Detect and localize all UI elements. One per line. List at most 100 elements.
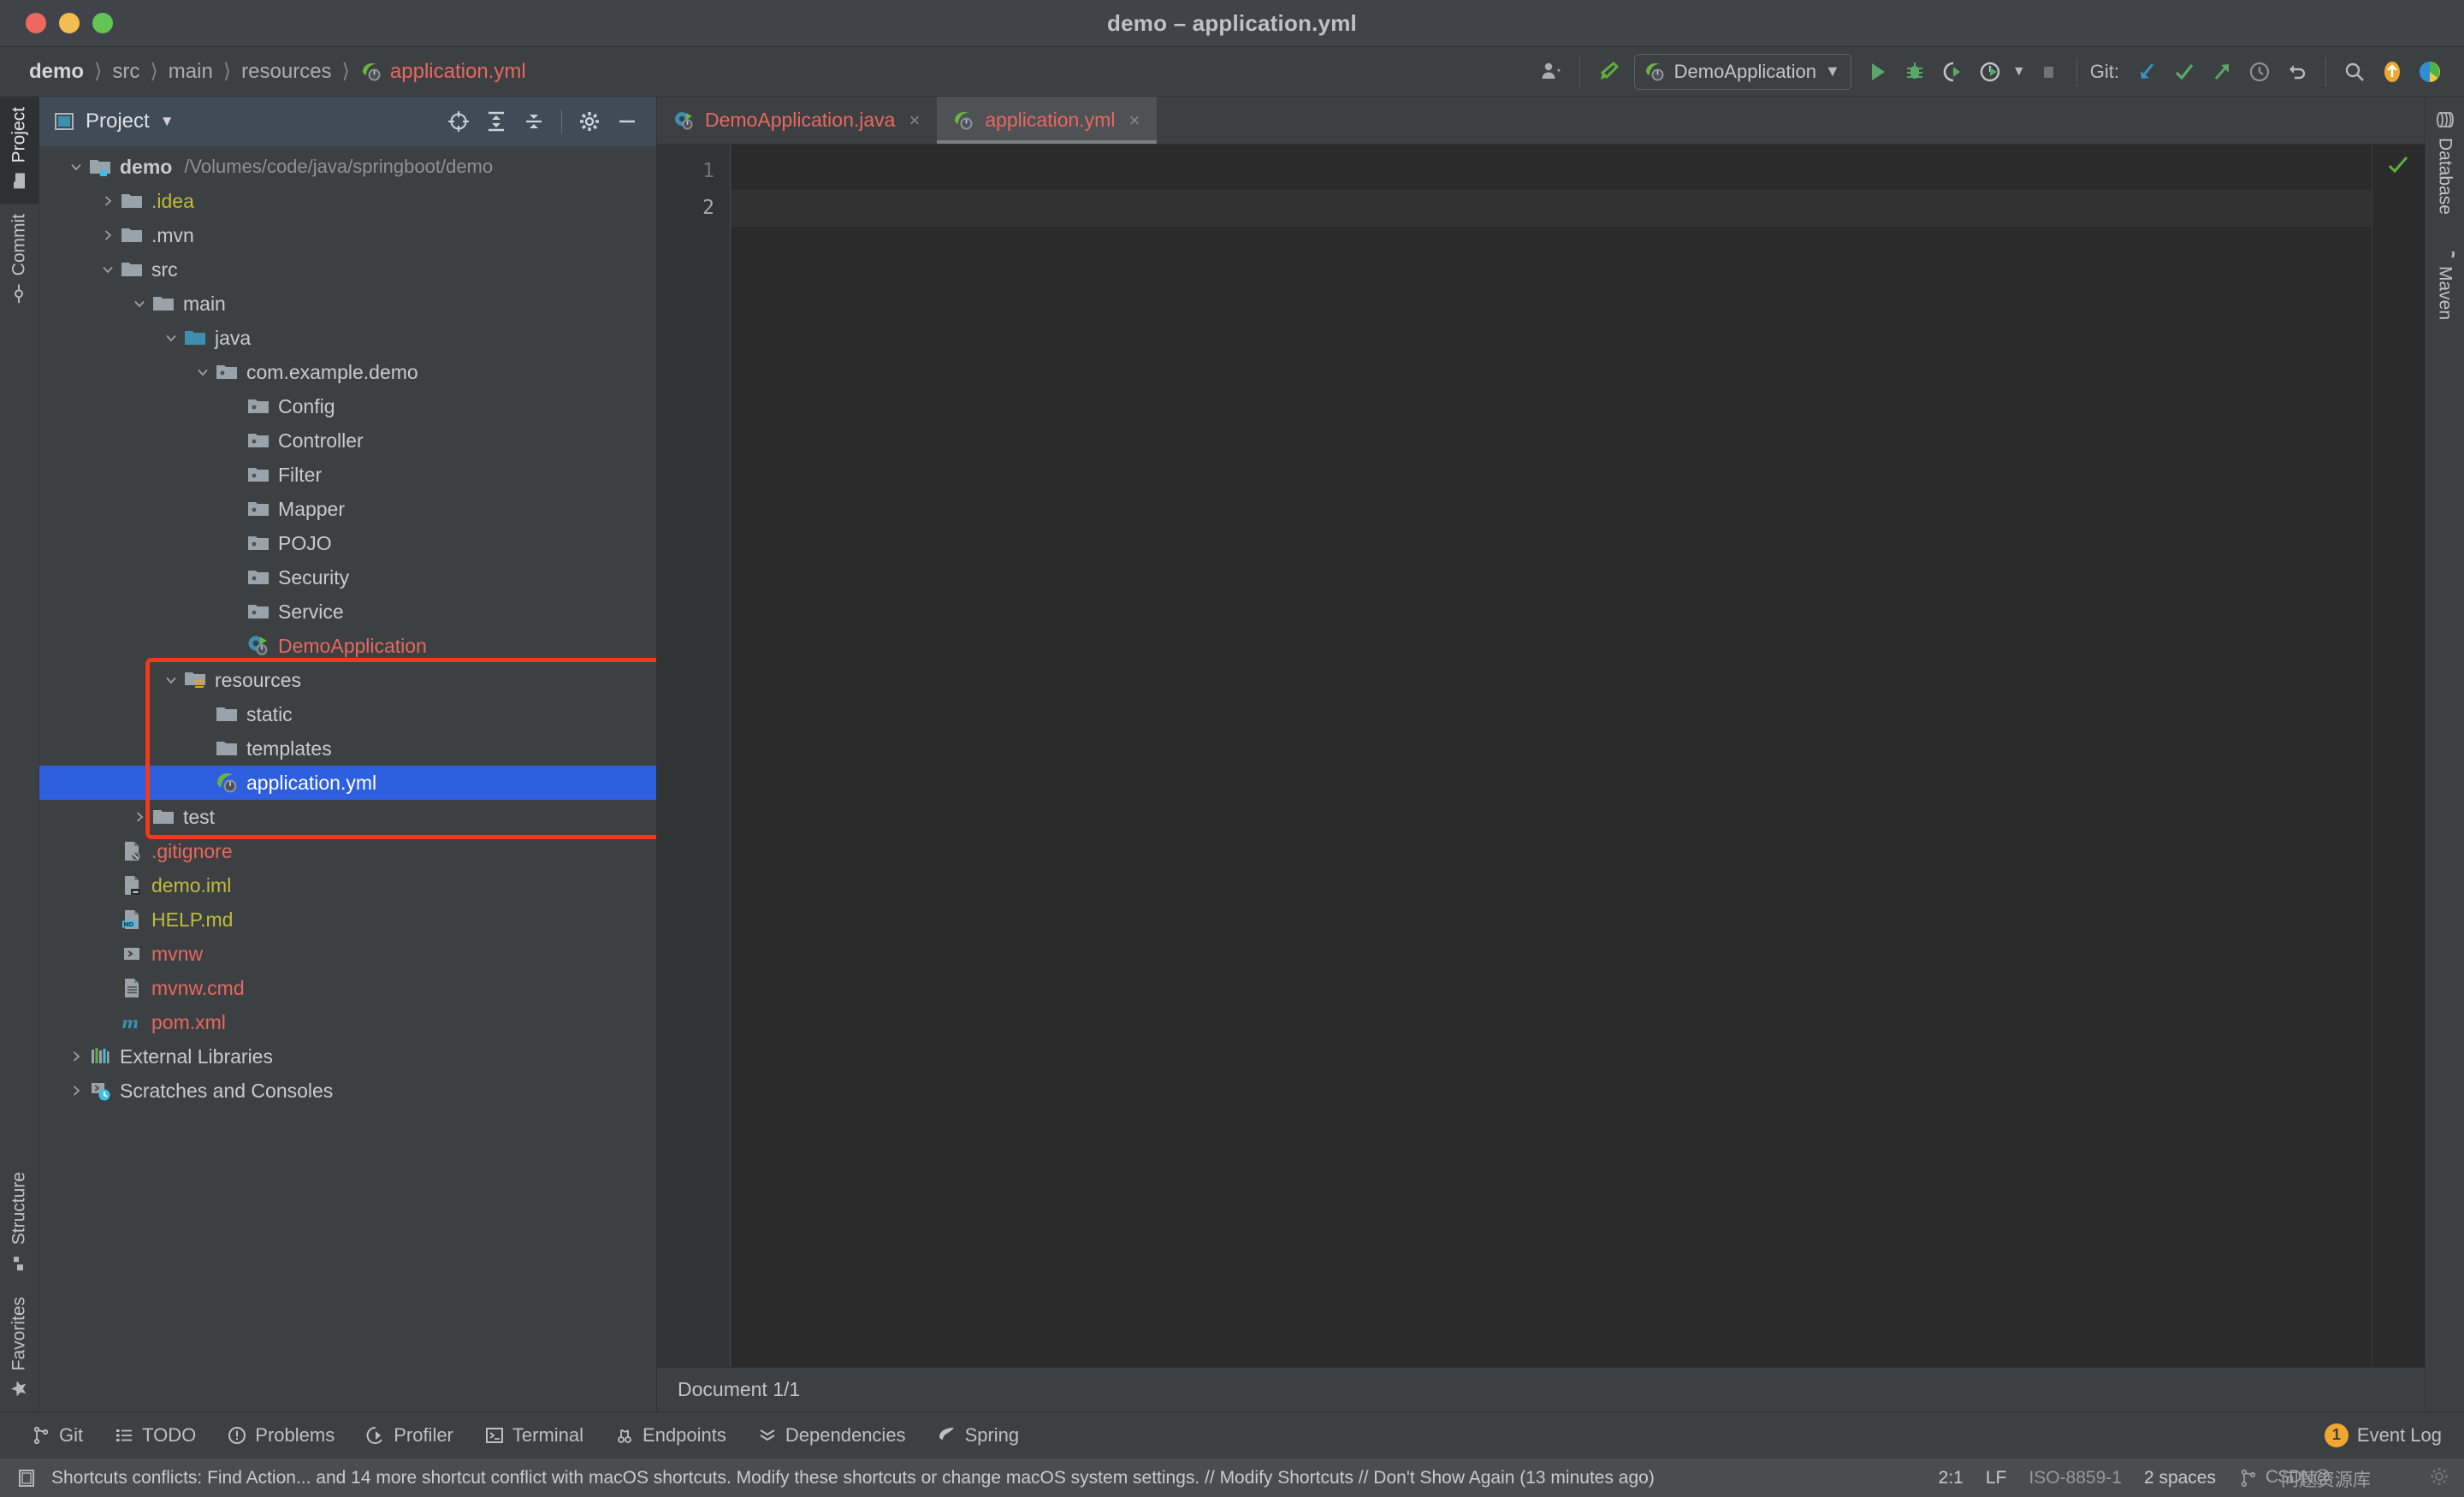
- tree-row-pom-xml[interactable]: m pom.xml: [39, 1005, 656, 1039]
- breadcrumb-item-src[interactable]: src: [105, 60, 146, 84]
- tree-row-test[interactable]: test: [39, 800, 656, 834]
- hide-panel-icon[interactable]: [610, 104, 644, 139]
- tree-row-src[interactable]: src: [39, 252, 656, 287]
- breadcrumb-item-main[interactable]: main: [162, 60, 220, 84]
- chevron-down-icon[interactable]: [192, 365, 214, 379]
- tree-row-demo[interactable]: demo/Volumes/code/java/springboot/demo: [39, 150, 656, 184]
- event-log-button[interactable]: 1 Event Log: [2324, 1423, 2464, 1447]
- run-configuration-selector[interactable]: DemoApplication ▼: [1633, 53, 1851, 90]
- chevron-down-icon[interactable]: ▼: [2009, 53, 2029, 91]
- chevron-down-icon[interactable]: [160, 673, 182, 687]
- editor-gutter[interactable]: 1 2: [657, 145, 731, 1367]
- tool-window-problems[interactable]: Problems: [213, 1417, 348, 1454]
- chevron-down-icon[interactable]: [128, 297, 151, 311]
- tree-row-resources[interactable]: resources: [39, 663, 656, 697]
- status-memory-icon[interactable]: [15, 1467, 38, 1489]
- inspection-ok-icon[interactable]: [2386, 153, 2410, 177]
- close-icon[interactable]: ×: [1128, 109, 1140, 132]
- ide-icon[interactable]: [2411, 53, 2449, 91]
- chevron-down-icon[interactable]: [160, 331, 182, 345]
- search-everywhere-icon[interactable]: [2336, 53, 2373, 91]
- history-icon[interactable]: [2241, 53, 2278, 91]
- indent-setting[interactable]: 2 spaces: [2144, 1468, 2216, 1488]
- chevron-right-icon[interactable]: [128, 810, 151, 824]
- tree-row-help-md[interactable]: MD HELP.md: [39, 902, 656, 937]
- commit-icon[interactable]: [2165, 53, 2203, 91]
- tree-row-service[interactable]: Service: [39, 595, 656, 629]
- tree-row-mvn[interactable]: .mvn: [39, 218, 656, 252]
- chevron-right-icon[interactable]: [65, 1050, 87, 1063]
- breadcrumb-item-application-yml[interactable]: application.yml: [353, 60, 533, 84]
- tree-row-mvnw-cmd[interactable]: mvnw.cmd: [39, 971, 656, 1005]
- debug-icon[interactable]: [1896, 53, 1934, 91]
- sidebar-item-structure[interactable]: Structure: [0, 1162, 38, 1286]
- build-icon[interactable]: [1590, 53, 1627, 91]
- chevron-right-icon[interactable]: [97, 194, 119, 208]
- tree-row-demo-iml[interactable]: demo.iml: [39, 868, 656, 902]
- chevron-right-icon[interactable]: [65, 1084, 87, 1098]
- tree-row-filter[interactable]: Filter: [39, 458, 656, 492]
- sidebar-item-favorites[interactable]: Favorites: [0, 1287, 38, 1411]
- tree-row-external-libraries[interactable]: External Libraries: [39, 1039, 656, 1074]
- status-message[interactable]: Shortcuts conflicts: Find Action... and …: [51, 1468, 1655, 1488]
- chevron-down-icon[interactable]: [65, 160, 87, 174]
- select-opened-file-icon[interactable]: [441, 104, 476, 139]
- file-encoding[interactable]: ISO-8859-1: [2029, 1468, 2122, 1488]
- sidebar-item-maven[interactable]: m Maven: [2426, 225, 2464, 330]
- tree-row-com-example-demo[interactable]: com.example.demo: [39, 355, 656, 389]
- tree-row-idea[interactable]: .idea: [39, 184, 656, 218]
- tool-window-spring[interactable]: Spring: [923, 1417, 1034, 1454]
- project-tree[interactable]: demo/Volumes/code/java/springboot/demo .i…: [39, 146, 656, 1411]
- chevron-down-icon[interactable]: [97, 263, 119, 276]
- tree-row-main[interactable]: main: [39, 287, 656, 321]
- breadcrumb-item-demo[interactable]: demo: [22, 60, 91, 84]
- push-icon[interactable]: [2203, 53, 2241, 91]
- tool-window-dependencies[interactable]: Dependencies: [743, 1417, 920, 1454]
- chevron-down-icon[interactable]: ▼: [160, 113, 175, 130]
- tree-row-static[interactable]: static: [39, 697, 656, 731]
- tree-row-application-yml[interactable]: application.yml: [39, 766, 656, 800]
- tree-row-scratches-and-consoles[interactable]: Scratches and Consoles: [39, 1074, 656, 1108]
- stop-icon[interactable]: [2029, 53, 2067, 91]
- code-content[interactable]: [731, 145, 2372, 1367]
- tab-demoapplication-java[interactable]: DemoApplication.java ×: [657, 97, 937, 144]
- tree-row-templates[interactable]: templates: [39, 731, 656, 766]
- chevron-right-icon[interactable]: [97, 228, 119, 242]
- updates-icon[interactable]: [2373, 53, 2411, 91]
- collapse-all-icon[interactable]: [517, 104, 551, 139]
- endpoints-icon: [614, 1425, 635, 1446]
- tree-row-pojo[interactable]: POJO: [39, 526, 656, 560]
- account-icon[interactable]: [1532, 53, 1570, 91]
- profile-icon[interactable]: [1971, 53, 2009, 91]
- tree-row-controller[interactable]: Controller: [39, 423, 656, 458]
- tool-window-terminal[interactable]: Terminal: [471, 1417, 597, 1454]
- tool-window-endpoints[interactable]: Endpoints: [601, 1417, 740, 1454]
- error-stripe-marker-panel[interactable]: [2372, 145, 2425, 1367]
- expand-all-icon[interactable]: [479, 104, 513, 139]
- line-separator[interactable]: LF: [1986, 1468, 2007, 1488]
- tab-application-yml[interactable]: application.yml ×: [937, 97, 1158, 144]
- run-coverage-icon[interactable]: [1934, 53, 1971, 91]
- rollback-icon[interactable]: [2278, 53, 2316, 91]
- tree-row-demoapplication[interactable]: DemoApplication: [39, 629, 656, 663]
- tree-row-config[interactable]: Config: [39, 389, 656, 423]
- sidebar-item-database[interactable]: Database: [2426, 97, 2464, 225]
- tool-window-profiler[interactable]: Profiler: [352, 1417, 467, 1454]
- tree-row-mapper[interactable]: Mapper: [39, 492, 656, 526]
- sidebar-item-project[interactable]: Project: [0, 97, 38, 204]
- tool-window-todo[interactable]: TODO: [100, 1417, 210, 1454]
- run-icon[interactable]: [1858, 53, 1896, 91]
- tree-row-gitignore[interactable]: .gitignore: [39, 834, 656, 868]
- sidebar-item-commit[interactable]: Commit: [0, 204, 38, 317]
- caret-position[interactable]: 2:1: [1939, 1468, 1964, 1488]
- tree-row-java[interactable]: java: [39, 321, 656, 355]
- status-branch-watermark[interactable]: CSDN@ 问题资源库: [2238, 1467, 2448, 1490]
- close-icon[interactable]: ×: [909, 109, 920, 132]
- tree-row-security[interactable]: Security: [39, 560, 656, 595]
- update-project-icon[interactable]: [2128, 53, 2165, 91]
- settings-gear-icon[interactable]: [572, 104, 607, 139]
- code-editor[interactable]: 1 2: [657, 145, 2425, 1367]
- breadcrumb-item-resources[interactable]: resources: [234, 60, 338, 84]
- tool-window-git[interactable]: Git: [17, 1417, 97, 1454]
- tree-row-mvnw[interactable]: mvnw: [39, 937, 656, 971]
